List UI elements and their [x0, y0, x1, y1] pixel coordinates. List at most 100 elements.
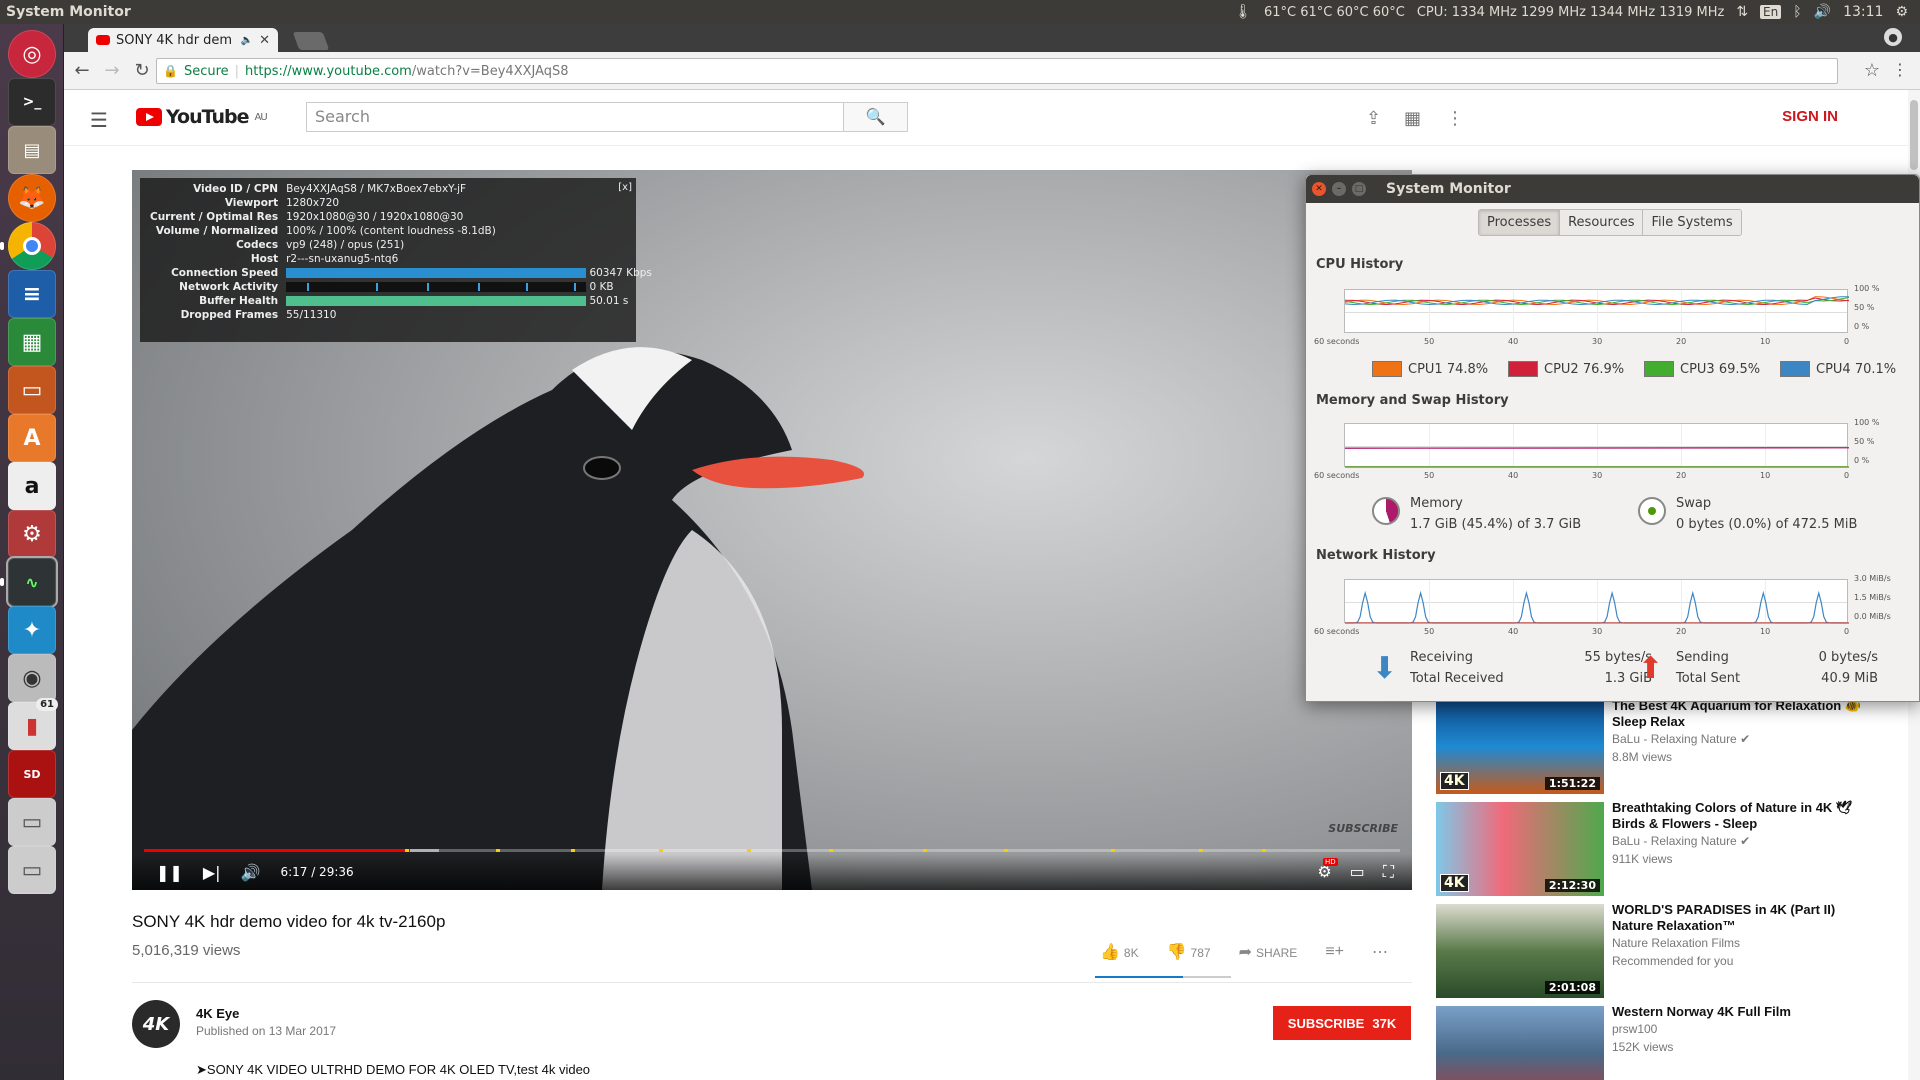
add-to-playlist-icon[interactable]: ≡+: [1325, 943, 1344, 961]
back-arrow-icon[interactable]: ←: [70, 60, 94, 81]
stats-close-button[interactable]: [x]: [618, 182, 632, 193]
subscribe-watermark[interactable]: SUBSCRIBE: [1328, 822, 1398, 835]
graph-canvas: [1345, 447, 1849, 468]
temperature-indicator[interactable]: 61°C 61°C 60°C 60°C: [1264, 5, 1405, 20]
keyboard-layout-indicator[interactable]: En: [1760, 5, 1782, 19]
tab-processes[interactable]: Processes: [1479, 210, 1561, 235]
color-swatch-button[interactable]: [1372, 361, 1402, 377]
profile-icon[interactable]: ●: [1884, 28, 1902, 46]
color-swatch-button[interactable]: [1644, 361, 1674, 377]
related-video-item[interactable]: 4K 1:51:22 The Best 4K Aquarium for Rela…: [1436, 698, 1896, 802]
firefox-icon[interactable]: 🦊: [8, 174, 56, 222]
writer-icon[interactable]: ≡: [8, 270, 56, 318]
related-channel[interactable]: Nature Relaxation Films: [1612, 936, 1862, 950]
thermometer-app-icon[interactable]: ▮ 61: [8, 698, 58, 750]
related-video-item[interactable]: 4K 2:12:30 Breathtaking Colors of Nature…: [1436, 800, 1896, 904]
related-channel[interactable]: BaLu - Relaxing Nature ✔: [1612, 732, 1862, 746]
fullscreen-icon[interactable]: ⛶: [1383, 862, 1394, 882]
video-player[interactable]: [x] Video ID / CPN Bey4XXJAqS8 / MK7xBoex…: [132, 170, 1412, 890]
related-video-item[interactable]: Western Norway 4K Full Film prsw100 152K v…: [1436, 1004, 1896, 1080]
youtube-logo[interactable]: YouTube AU: [136, 106, 268, 128]
bookmark-star-icon[interactable]: ☆: [1864, 60, 1880, 81]
swap-pie-icon[interactable]: [1638, 497, 1666, 525]
memory-pie-icon[interactable]: [1372, 497, 1400, 525]
cpu-frequency-indicator[interactable]: CPU: 1334 MHz 1299 MHz 1344 MHz 1319 MHz: [1417, 5, 1724, 20]
search-input[interactable]: Search: [307, 103, 843, 131]
more-actions-icon[interactable]: ⋯: [1372, 942, 1388, 962]
activity-tick: [574, 283, 577, 291]
search-button[interactable]: 🔍: [843, 103, 907, 131]
system-settings-icon[interactable]: ⚙: [8, 510, 56, 558]
dislike-button[interactable]: 👎 787: [1167, 942, 1211, 962]
related-title[interactable]: WORLD'S PARADISES in 4K (Part II) Nature…: [1612, 902, 1862, 934]
scrollbar-thumb[interactable]: [1910, 100, 1918, 170]
files-icon[interactable]: ▤: [8, 126, 56, 174]
theater-mode-icon[interactable]: ▭: [1350, 862, 1365, 882]
amazon-icon[interactable]: a: [8, 462, 56, 510]
forward-arrow-icon[interactable]: →: [100, 60, 124, 81]
thermometer-icon[interactable]: 🌡: [1234, 4, 1252, 20]
window-maximize-button[interactable]: □: [1352, 182, 1366, 196]
related-channel[interactable]: prsw100: [1612, 1022, 1862, 1036]
like-button[interactable]: 👍 8K: [1100, 942, 1139, 962]
browser-tab[interactable]: SONY 4K hdr dem 🔈 ✕: [88, 28, 278, 52]
subscribe-button[interactable]: SUBSCRIBE 37K: [1273, 1006, 1411, 1040]
settings-gear-icon[interactable]: ⚙: [1895, 4, 1908, 20]
sending-arrow-icon[interactable]: ⬆: [1638, 651, 1663, 686]
more-options-icon[interactable]: ⋮: [1446, 108, 1464, 129]
network-updown-icon[interactable]: ⇅: [1736, 4, 1748, 20]
progress-bar[interactable]: [144, 849, 1400, 852]
address-bar[interactable]: 🔒 Secure | https://www.youtube.com/watch…: [156, 58, 1838, 84]
drive-2-icon[interactable]: ▭: [8, 846, 56, 894]
guide-menu-icon[interactable]: ☰: [90, 108, 108, 132]
bluetooth-icon[interactable]: ᛒ: [1793, 4, 1801, 20]
tab-resources[interactable]: Resources: [1560, 210, 1644, 235]
related-title[interactable]: Breathtaking Colors of Nature in 4K 🕊Bir…: [1612, 800, 1862, 832]
related-thumbnail[interactable]: [1436, 1006, 1604, 1080]
volume-icon[interactable]: 🔊: [1814, 4, 1831, 20]
settings-hd-icon[interactable]: ⚙ HD: [1317, 858, 1338, 882]
sd-card-icon[interactable]: SD: [8, 750, 56, 798]
tab-close-icon[interactable]: ✕: [259, 33, 270, 48]
channel-name[interactable]: 4K Eye: [196, 1006, 239, 1021]
chrome-icon[interactable]: [0, 222, 56, 270]
related-thumbnail[interactable]: 2:01:08: [1436, 904, 1604, 998]
audio-playing-icon[interactable]: 🔈: [241, 35, 253, 46]
color-swatch-button[interactable]: [1508, 361, 1538, 377]
channel-avatar[interactable]: 4K: [132, 1000, 180, 1048]
tab-file-systems[interactable]: File Systems: [1643, 210, 1741, 235]
software-center-icon[interactable]: A: [8, 414, 56, 462]
volume-icon[interactable]: 🔊: [241, 863, 261, 882]
share-button[interactable]: ➦ SHARE: [1239, 942, 1298, 962]
new-tab-button[interactable]: [292, 32, 330, 50]
terminal-icon[interactable]: >_: [8, 78, 56, 126]
camera-icon[interactable]: ◉: [8, 654, 56, 702]
receiving-arrow-icon[interactable]: ⬇: [1372, 651, 1397, 686]
kodi-icon[interactable]: ✦: [8, 606, 56, 654]
graph-canvas: [1345, 590, 1849, 624]
upload-icon[interactable]: ⇪: [1366, 108, 1381, 129]
clock[interactable]: 13:11: [1843, 4, 1883, 20]
system-monitor-titlebar[interactable]: ✕ – □ System Monitor: [1306, 175, 1919, 203]
ubuntu-dash-icon[interactable]: ◎: [8, 30, 56, 78]
calc-icon[interactable]: ▦: [8, 318, 56, 366]
x-tick-label: 50: [1424, 627, 1435, 636]
related-title[interactable]: Western Norway 4K Full Film: [1612, 1004, 1862, 1020]
sign-in-button[interactable]: SIGN IN: [1782, 108, 1838, 125]
related-thumbnail[interactable]: 4K 1:51:22: [1436, 700, 1604, 794]
next-icon[interactable]: ▶|: [203, 863, 221, 882]
chrome-menu-icon[interactable]: ⋮: [1892, 60, 1908, 79]
related-thumbnail[interactable]: 4K 2:12:30: [1436, 802, 1604, 896]
impress-icon[interactable]: ▭: [8, 366, 56, 414]
related-title[interactable]: The Best 4K Aquarium for Relaxation 🐠 Sl…: [1612, 698, 1862, 730]
related-channel[interactable]: BaLu - Relaxing Nature ✔: [1612, 834, 1862, 848]
related-video-item[interactable]: 2:01:08 WORLD'S PARADISES in 4K (Part II…: [1436, 902, 1896, 1006]
window-minimize-button[interactable]: –: [1332, 182, 1346, 196]
color-swatch-button[interactable]: [1780, 361, 1810, 377]
apps-grid-icon[interactable]: ▦: [1404, 108, 1421, 129]
pause-icon[interactable]: ❚❚: [156, 863, 183, 882]
window-close-button[interactable]: ✕: [1312, 182, 1326, 196]
system-monitor-icon[interactable]: ∿: [0, 556, 58, 608]
reload-icon[interactable]: ↻: [130, 60, 154, 81]
drive-icon[interactable]: ▭: [8, 798, 56, 846]
